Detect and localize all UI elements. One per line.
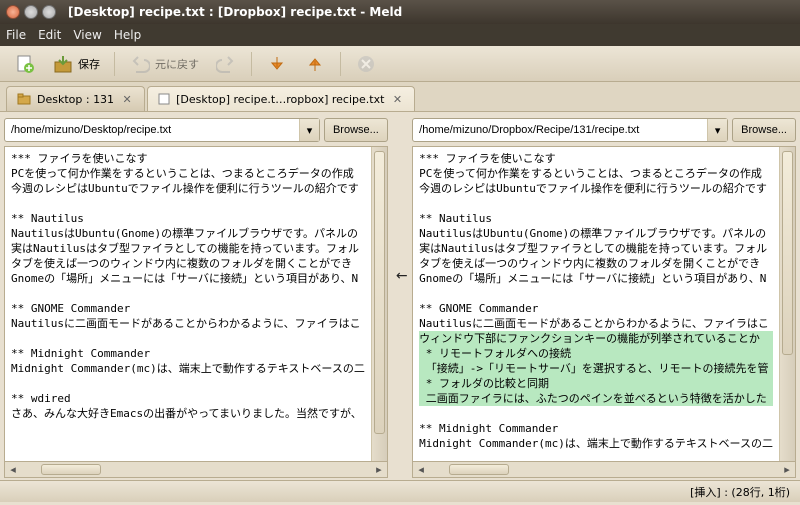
menu-file[interactable]: File: [6, 28, 26, 42]
prev-diff-button[interactable]: [298, 50, 332, 78]
left-hscrollbar[interactable]: ◂ ▸: [4, 462, 388, 478]
dropdown-icon[interactable]: ▾: [707, 119, 727, 141]
stop-icon: [355, 53, 377, 75]
checkbox-icon: [158, 93, 170, 105]
scroll-left-icon[interactable]: ◂: [5, 462, 21, 477]
left-path-field[interactable]: ▾: [4, 118, 320, 142]
close-icon[interactable]: ✕: [390, 92, 404, 106]
left-pane: ▾ Browse... *** ファイラを使いこなす PCを使って何か作業をする…: [0, 112, 392, 480]
arrow-up-icon: [304, 53, 326, 75]
menubar: File Edit View Help: [0, 24, 800, 46]
maximize-window-button[interactable]: [42, 5, 56, 19]
tab-desktop-131[interactable]: Desktop : 131 ✕: [6, 86, 145, 111]
titlebar: [Desktop] recipe.txt : [Dropbox] recipe.…: [0, 0, 800, 24]
folder-icon: [17, 92, 31, 106]
save-icon: [52, 53, 74, 75]
menu-help[interactable]: Help: [114, 28, 141, 42]
dropdown-icon[interactable]: ▾: [299, 119, 319, 141]
stop-button[interactable]: [349, 50, 383, 78]
close-window-button[interactable]: [6, 5, 20, 19]
menu-edit[interactable]: Edit: [38, 28, 61, 42]
redo-button[interactable]: [209, 50, 243, 78]
left-text-content[interactable]: *** ファイラを使いこなす PCを使って何か作業をするということは、つまるとこ…: [5, 147, 371, 461]
save-button[interactable]: 保存: [46, 50, 106, 78]
diff-gutter: ←: [392, 112, 408, 480]
undo-button[interactable]: 元に戻す: [123, 50, 205, 78]
left-vscrollbar[interactable]: [371, 147, 387, 461]
workarea: ▾ Browse... *** ファイラを使いこなす PCを使って何か作業をする…: [0, 112, 800, 480]
left-browse-button[interactable]: Browse...: [324, 118, 388, 142]
save-label: 保存: [78, 56, 100, 72]
merge-left-arrow-icon[interactable]: ←: [396, 268, 408, 284]
statusbar: [挿入] : (28行, 1桁): [0, 480, 800, 502]
left-path-input[interactable]: [5, 119, 299, 141]
right-hscrollbar[interactable]: ◂ ▸: [412, 462, 796, 478]
undo-icon: [129, 53, 151, 75]
toolbar-separator: [251, 52, 252, 76]
right-path-input[interactable]: [413, 119, 707, 141]
tab-diff[interactable]: [Desktop] recipe.t…ropbox] recipe.txt ✕: [147, 86, 415, 111]
window-title: [Desktop] recipe.txt : [Dropbox] recipe.…: [68, 5, 402, 19]
next-diff-button[interactable]: [260, 50, 294, 78]
menu-view[interactable]: View: [73, 28, 101, 42]
toolbar: 保存 元に戻す: [0, 46, 800, 82]
toolbar-separator: [114, 52, 115, 76]
scroll-right-icon[interactable]: ▸: [371, 462, 387, 477]
right-vscrollbar[interactable]: [779, 147, 795, 461]
right-pane: ▾ Browse... *** ファイラを使いこなす PCを使って何か作業をする…: [408, 112, 800, 480]
tabbar: Desktop : 131 ✕ [Desktop] recipe.t…ropbo…: [0, 82, 800, 112]
right-path-field[interactable]: ▾: [412, 118, 728, 142]
right-browse-button[interactable]: Browse...: [732, 118, 796, 142]
right-text-content[interactable]: *** ファイラを使いこなす PCを使って何か作業をするということは、つまるとこ…: [413, 147, 779, 461]
tab-label: Desktop : 131: [37, 93, 114, 106]
minimize-window-button[interactable]: [24, 5, 38, 19]
scroll-right-icon[interactable]: ▸: [779, 462, 795, 477]
new-file-icon: [14, 53, 36, 75]
close-icon[interactable]: ✕: [120, 92, 134, 106]
toolbar-separator: [340, 52, 341, 76]
status-text: [挿入] : (28行, 1桁): [690, 484, 790, 500]
new-button[interactable]: [8, 50, 42, 78]
tab-label: [Desktop] recipe.t…ropbox] recipe.txt: [176, 93, 384, 106]
arrow-down-icon: [266, 53, 288, 75]
undo-label: 元に戻す: [155, 56, 199, 72]
redo-icon: [215, 53, 237, 75]
scroll-left-icon[interactable]: ◂: [413, 462, 429, 477]
